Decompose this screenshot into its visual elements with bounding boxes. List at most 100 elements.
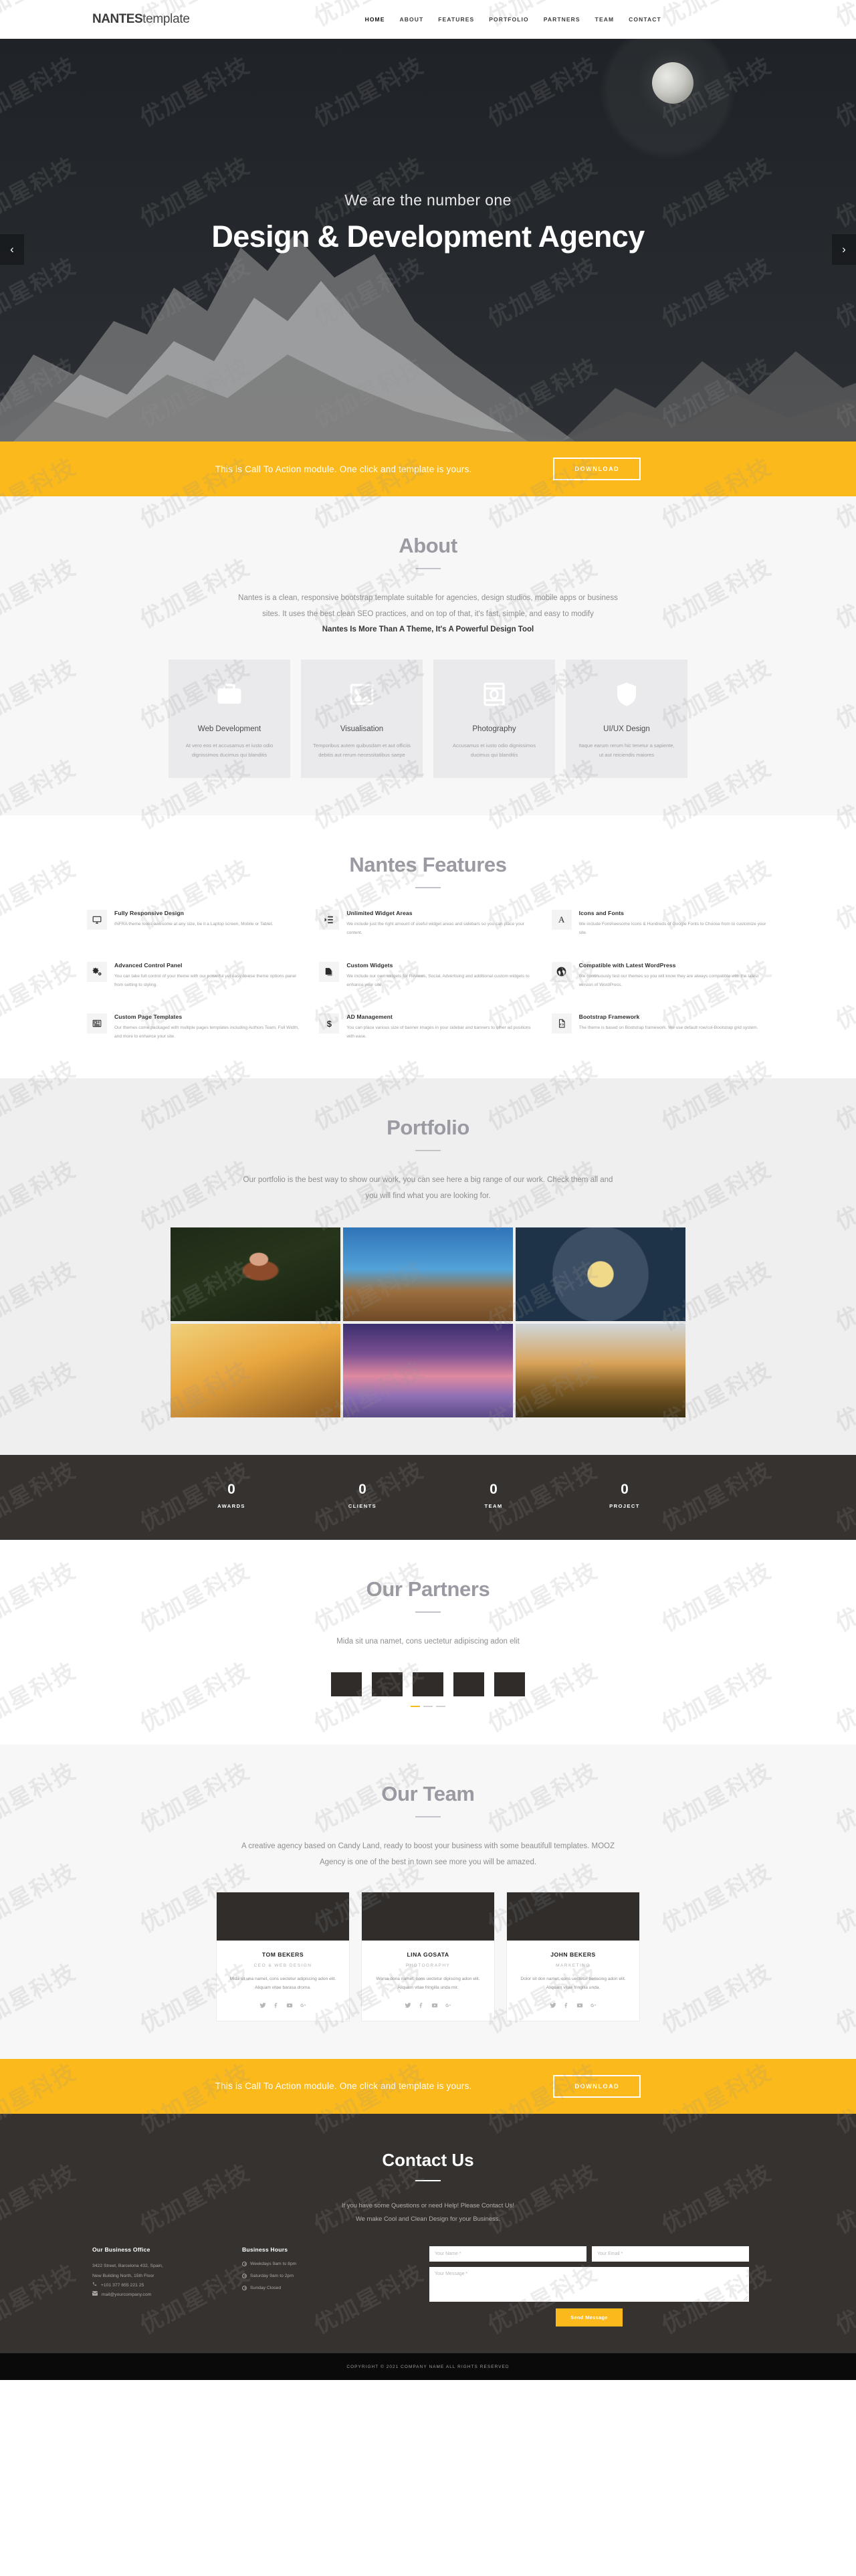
email-input[interactable]: Your Email * xyxy=(592,2246,749,2262)
twitter-icon[interactable] xyxy=(405,2002,411,2010)
about-title-rule xyxy=(415,568,441,569)
feature-item: A Icons and Fonts We include FontAwesome… xyxy=(551,910,769,937)
carousel-dot[interactable] xyxy=(411,1706,420,1708)
business-hours-column: Business Hours Weekdays 9am to 8pm Satur… xyxy=(242,2246,396,2298)
contact-section: Contact Us If you have some Questions or… xyxy=(0,2113,856,2354)
portfolio-lead: Our portfolio is the best way to show ou… xyxy=(201,1173,655,1204)
download-button[interactable]: DOWNLOAD xyxy=(553,458,641,480)
about-card-text: Accusamus et iusto odio dignissimos duci… xyxy=(452,742,536,759)
portfolio-grid xyxy=(171,1227,685,1417)
carousel-dot[interactable] xyxy=(436,1706,445,1708)
dollar-icon: $ xyxy=(319,1013,340,1034)
feature-text: You can place various size of banner ima… xyxy=(346,1025,531,1039)
team-member-bio: Mida sit una namet, cons uectetur adipis… xyxy=(229,1977,336,1991)
office-address-line1: 3422 Street, Barcelona 432, Spain, xyxy=(92,2264,163,2269)
nav-item-team[interactable]: TEAM xyxy=(595,16,614,23)
youtube-icon[interactable] xyxy=(576,2002,583,2010)
feature-text: Our themes come packaged with multiple p… xyxy=(114,1025,299,1039)
portfolio-title-rule xyxy=(415,1150,441,1152)
copyright-text: COPYRIGHT © 2021 COMPANY NAME ALL RIGHTS… xyxy=(346,2364,510,2369)
office-address-line2: New Building North, 15th Floor xyxy=(92,2273,154,2278)
portfolio-lead-line2: you will find what you are looking for. xyxy=(365,1191,491,1200)
counter-value: 0 xyxy=(621,1481,629,1497)
portfolio-item-dome-ceiling[interactable] xyxy=(516,1227,685,1321)
feature-item: Custom Widgets We include our own widget… xyxy=(319,961,536,989)
send-message-button[interactable]: Send Message xyxy=(556,2308,623,2327)
portfolio-item-boat-sunset[interactable] xyxy=(343,1323,513,1417)
features-title-rule xyxy=(415,887,441,889)
office-phone-row: +101 377 655 221 25 xyxy=(92,2281,242,2290)
google-plus-icon[interactable] xyxy=(300,2002,306,2010)
newspaper-icon xyxy=(87,1013,107,1034)
contact-lead-line1: If you have some Questions or need Help!… xyxy=(342,2201,514,2209)
about-card[interactable]: Visualisation Temporibus autem quibusdam… xyxy=(301,659,423,779)
about-card-title: Web Development xyxy=(197,724,261,733)
about-card-title: Photography xyxy=(472,724,516,733)
avatar xyxy=(507,1892,639,1941)
feature-title: Custom Page Templates xyxy=(114,1013,183,1021)
partner-logo[interactable] xyxy=(494,1672,525,1697)
contact-lead: If you have some Questions or need Help!… xyxy=(87,2199,769,2225)
facebook-icon[interactable] xyxy=(273,2002,280,2010)
office-email: mail@yourcompany.com xyxy=(101,2292,152,2298)
twitter-icon[interactable] xyxy=(259,2002,266,2010)
counter-item-clients: 0 CLIENTS xyxy=(297,1482,428,1509)
hero-next-arrow-icon[interactable]: › xyxy=(832,234,856,265)
google-plus-icon[interactable] xyxy=(590,2002,597,2010)
team-member-card: LINA GOSATA PHOTOGRAPHY Worsa dona namet… xyxy=(361,1892,495,2021)
google-plus-icon[interactable] xyxy=(445,2002,451,2010)
nav-item-contact[interactable]: CONTACT xyxy=(629,16,661,23)
about-card[interactable]: UI/UX Design Itaque earum rerum hic tene… xyxy=(566,659,687,779)
nav-item-features[interactable]: FEATURES xyxy=(438,16,474,23)
nav-item-partners[interactable]: PARTNERS xyxy=(544,16,580,23)
portfolio-item-woman-forest[interactable] xyxy=(171,1227,340,1321)
font-icon: A xyxy=(551,910,572,930)
nav-item-portfolio[interactable]: PORTFOLIO xyxy=(489,16,528,23)
counter-item-team: 0 TEAM xyxy=(428,1482,559,1509)
facebook-icon[interactable] xyxy=(418,2002,425,2010)
site-header: NANTEStemplate HOME ABOUT FEATURES PORTF… xyxy=(0,0,856,39)
team-member-bio: Dolor sit don namet, cons uectetur beris… xyxy=(520,1977,626,1991)
main-navigation: HOME ABOUT FEATURES PORTFOLIO PARTNERS T… xyxy=(365,16,661,23)
facebook-icon[interactable] xyxy=(563,2002,570,2010)
message-textarea[interactable]: Your Message * xyxy=(429,2267,749,2302)
download-button-bottom[interactable]: DOWNLOAD xyxy=(553,2074,641,2098)
about-lead-line2: sites. It uses the best clean SEO practi… xyxy=(262,609,594,618)
twitter-icon[interactable] xyxy=(550,2002,556,2010)
portfolio-title: Portfolio xyxy=(387,1116,469,1140)
partner-logo[interactable] xyxy=(372,1672,403,1697)
counters-section: 0 AWARDS 0 CLIENTS 0 TEAM 0 PROJECT xyxy=(0,1454,856,1540)
hours-text: Saturday 9am to 2pm xyxy=(250,2274,294,2279)
partner-logo[interactable] xyxy=(453,1672,484,1697)
feature-title: Icons and Fonts xyxy=(578,910,625,917)
youtube-icon[interactable] xyxy=(286,2002,293,2010)
about-card[interactable]: Photography Accusamus et iusto odio dign… xyxy=(433,659,555,779)
portfolio-item-cheers-bottles[interactable] xyxy=(516,1323,685,1417)
nav-item-about[interactable]: ABOUT xyxy=(400,16,424,23)
counter-value: 0 xyxy=(227,1481,235,1497)
portfolio-item-architecture[interactable] xyxy=(343,1227,513,1321)
name-input[interactable]: Your Name * xyxy=(429,2246,586,2262)
hero-prev-arrow-icon[interactable]: ‹ xyxy=(0,234,24,265)
youtube-icon[interactable] xyxy=(431,2002,438,2010)
site-logo[interactable]: NANTEStemplate xyxy=(87,12,190,27)
counter-label: AWARDS xyxy=(217,1502,245,1509)
team-title: Our Team xyxy=(381,1782,475,1806)
feature-title: Advanced Control Panel xyxy=(114,961,183,969)
shield-icon xyxy=(612,680,641,709)
carousel-dot[interactable] xyxy=(423,1706,433,1708)
team-lead-line2: Agency is one of the best in town see mo… xyxy=(319,1858,537,1866)
partner-logo[interactable] xyxy=(413,1672,443,1697)
team-social-links xyxy=(362,2002,494,2010)
mountain-right-illustration xyxy=(562,351,856,441)
nav-item-home[interactable]: HOME xyxy=(365,16,385,23)
portfolio-item-golden-field[interactable] xyxy=(171,1323,340,1417)
partner-logo[interactable] xyxy=(331,1672,362,1697)
counter-label: CLIENTS xyxy=(348,1502,377,1509)
about-card[interactable]: Web Development At vero eos et accusamus… xyxy=(169,659,290,779)
team-member-name: LINA GOSATA xyxy=(407,1951,449,1959)
team-section: Our Team A creative agency based on Cand… xyxy=(0,1745,856,2059)
feature-title: Unlimited Widget Areas xyxy=(346,910,413,917)
about-card-title: Visualisation xyxy=(340,724,384,733)
feature-item: Fully Responsive Design INFRA theme look… xyxy=(87,910,304,937)
